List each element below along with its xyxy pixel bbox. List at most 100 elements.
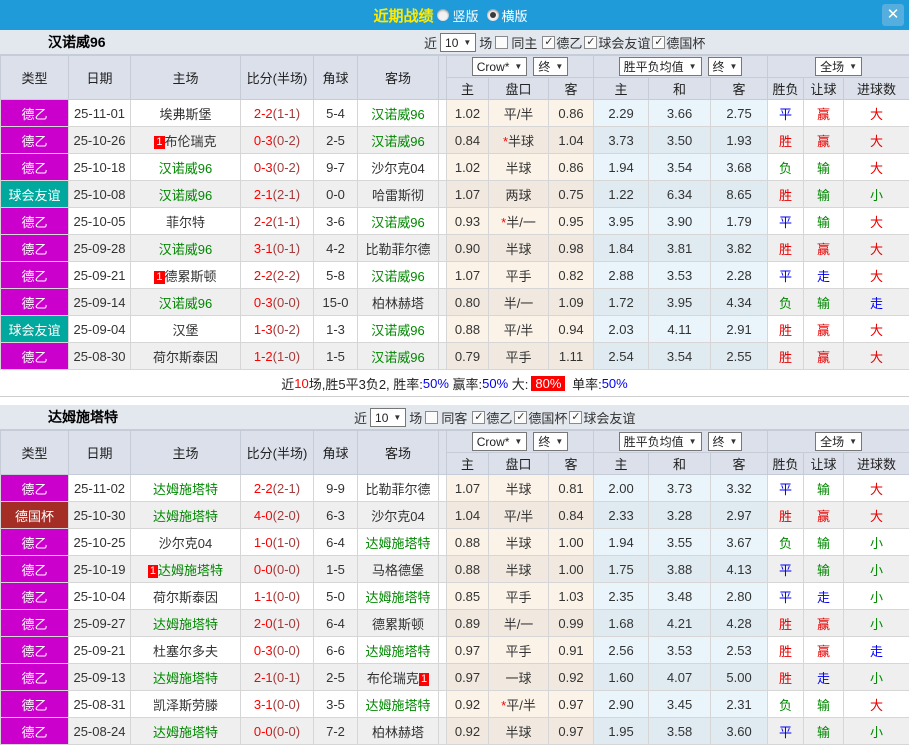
full-time-score[interactable]: 0-3 <box>254 160 273 175</box>
league-checkbox[interactable] <box>472 411 486 424</box>
score-cell[interactable]: 2-2(2-2) <box>240 261 314 289</box>
full-time-score[interactable]: 1-1 <box>254 589 273 604</box>
full-time-score[interactable]: 2-2 <box>254 106 273 121</box>
home-team-link[interactable]: 达姆施塔特 <box>153 671 218 686</box>
score-cell[interactable]: 2-0(1-0) <box>240 609 314 637</box>
away-team-link[interactable]: 汉诺威96 <box>371 107 424 122</box>
full-time-score[interactable]: 1-0 <box>254 535 273 550</box>
full-time-score[interactable]: 2-2 <box>254 268 273 283</box>
score-cell[interactable]: 1-0(1-0) <box>240 528 314 556</box>
full-time-score[interactable]: 2-1 <box>254 670 273 685</box>
away-team-link[interactable]: 比勒菲尔德 <box>365 242 430 257</box>
home-team-link[interactable]: 汉诺威96 <box>159 188 212 203</box>
home-team-link[interactable]: 达姆施塔特 <box>153 482 218 497</box>
avg-stage-select[interactable]: 终 <box>707 432 743 451</box>
avg-select[interactable]: 胜平负均值 <box>618 57 702 76</box>
away-team-link[interactable]: 达姆施塔特 <box>365 590 430 605</box>
period-select[interactable]: 全场 <box>815 432 863 451</box>
full-time-score[interactable]: 2-2 <box>254 214 273 229</box>
away-team-link[interactable]: 汉诺威96 <box>371 215 424 230</box>
home-team-link[interactable]: 达姆施塔特 <box>153 725 218 740</box>
away-team-link[interactable]: 柏林赫塔 <box>372 296 424 311</box>
home-team-link[interactable]: 荷尔斯泰因 <box>153 590 218 605</box>
away-team-link[interactable]: 汉诺威96 <box>371 134 424 149</box>
layout-radio[interactable] <box>437 9 450 21</box>
score-cell[interactable]: 2-2(1-1) <box>240 99 314 127</box>
odds-stage-select[interactable]: 终 <box>533 57 569 76</box>
full-time-score[interactable]: 0-3 <box>254 133 273 148</box>
league-checkbox[interactable] <box>652 36 666 49</box>
score-cell[interactable]: 1-1(0-0) <box>240 582 314 610</box>
full-time-score[interactable]: 0-0 <box>254 562 273 577</box>
home-team-link[interactable]: 汉堡 <box>172 323 198 338</box>
same-venue-checkbox[interactable] <box>425 411 439 424</box>
full-time-score[interactable]: 3-1 <box>254 241 273 256</box>
bookmaker-select[interactable]: Crow* <box>471 432 528 451</box>
away-team-link[interactable]: 马格德堡 <box>372 563 424 578</box>
away-team-link[interactable]: 达姆施塔特 <box>365 698 430 713</box>
home-team-link[interactable]: 汉诺威96 <box>159 296 212 311</box>
score-cell[interactable]: 2-2(2-1) <box>240 474 314 502</box>
score-cell[interactable]: 2-1(0-1) <box>240 663 314 691</box>
home-team-link[interactable]: 德累斯顿 <box>165 269 217 284</box>
league-checkbox[interactable] <box>542 36 556 49</box>
away-team-link[interactable]: 汉诺威96 <box>371 350 424 365</box>
score-cell[interactable]: 0-3(0-0) <box>240 288 314 316</box>
score-cell[interactable]: 4-0(2-0) <box>240 501 314 529</box>
full-time-score[interactable]: 0-3 <box>254 643 273 658</box>
layout-radio[interactable] <box>486 9 499 21</box>
bookmaker-select[interactable]: Crow* <box>471 57 528 76</box>
score-cell[interactable]: 1-2(1-0) <box>240 342 314 370</box>
home-team-link[interactable]: 汉诺威96 <box>159 161 212 176</box>
home-team-link[interactable]: 埃弗斯堡 <box>159 107 211 122</box>
score-cell[interactable]: 1-3(0-2) <box>240 315 314 343</box>
away-team-link[interactable]: 汉诺威96 <box>371 269 424 284</box>
full-time-score[interactable]: 2-2 <box>254 481 273 496</box>
score-cell[interactable]: 3-1(0-1) <box>240 234 314 262</box>
full-time-score[interactable]: 2-1 <box>254 187 273 202</box>
avg-stage-select[interactable]: 终 <box>707 57 743 76</box>
home-team-link[interactable]: 菲尔特 <box>166 215 205 230</box>
score-cell[interactable]: 3-1(0-0) <box>240 690 314 718</box>
away-team-link[interactable]: 布伦瑞克 <box>367 671 419 686</box>
avg-select[interactable]: 胜平负均值 <box>618 432 702 451</box>
full-time-score[interactable]: 4-0 <box>254 508 273 523</box>
score-cell[interactable]: 0-0(0-0) <box>240 717 314 745</box>
full-time-score[interactable]: 2-0 <box>254 616 273 631</box>
score-cell[interactable]: 0-3(0-2) <box>240 153 314 181</box>
away-team-link[interactable]: 达姆施塔特 <box>365 536 430 551</box>
away-team-link[interactable]: 沙尔克04 <box>371 509 424 524</box>
full-time-score[interactable]: 1-2 <box>254 349 273 364</box>
away-team-link[interactable]: 哈雷斯彻 <box>372 188 424 203</box>
match-count-select[interactable]: 10 <box>440 33 477 52</box>
home-team-link[interactable]: 汉诺威96 <box>159 242 212 257</box>
score-cell[interactable]: 2-1(2-1) <box>240 180 314 208</box>
same-venue-checkbox[interactable] <box>495 36 509 49</box>
full-time-score[interactable]: 3-1 <box>254 697 273 712</box>
home-team-link[interactable]: 杜塞尔多夫 <box>153 644 218 659</box>
full-time-score[interactable]: 0-0 <box>254 724 273 739</box>
score-cell[interactable]: 0-3(0-0) <box>240 636 314 664</box>
away-team-link[interactable]: 沙尔克04 <box>371 161 424 176</box>
league-checkbox[interactable] <box>584 36 598 49</box>
home-team-link[interactable]: 达姆施塔特 <box>158 563 223 578</box>
away-team-link[interactable]: 柏林赫塔 <box>372 725 424 740</box>
away-team-link[interactable]: 比勒菲尔德 <box>365 482 430 497</box>
score-cell[interactable]: 2-2(1-1) <box>240 207 314 235</box>
full-time-score[interactable]: 1-3 <box>254 322 273 337</box>
close-icon[interactable]: ✕ <box>882 4 904 26</box>
score-cell[interactable]: 0-0(0-0) <box>240 555 314 583</box>
score-cell[interactable]: 0-3(0-2) <box>240 126 314 154</box>
home-team-link[interactable]: 布伦瑞克 <box>165 134 217 149</box>
home-team-link[interactable]: 荷尔斯泰因 <box>153 350 218 365</box>
home-team-link[interactable]: 凯泽斯劳滕 <box>153 698 218 713</box>
home-team-link[interactable]: 达姆施塔特 <box>153 617 218 632</box>
home-team-link[interactable]: 沙尔克04 <box>159 536 212 551</box>
home-team-link[interactable]: 达姆施塔特 <box>153 509 218 524</box>
odds-stage-select[interactable]: 终 <box>533 432 569 451</box>
away-team-link[interactable]: 汉诺威96 <box>371 323 424 338</box>
away-team-link[interactable]: 德累斯顿 <box>372 617 424 632</box>
league-checkbox[interactable] <box>514 411 528 424</box>
match-count-select[interactable]: 10 <box>370 408 407 427</box>
away-team-link[interactable]: 达姆施塔特 <box>365 644 430 659</box>
